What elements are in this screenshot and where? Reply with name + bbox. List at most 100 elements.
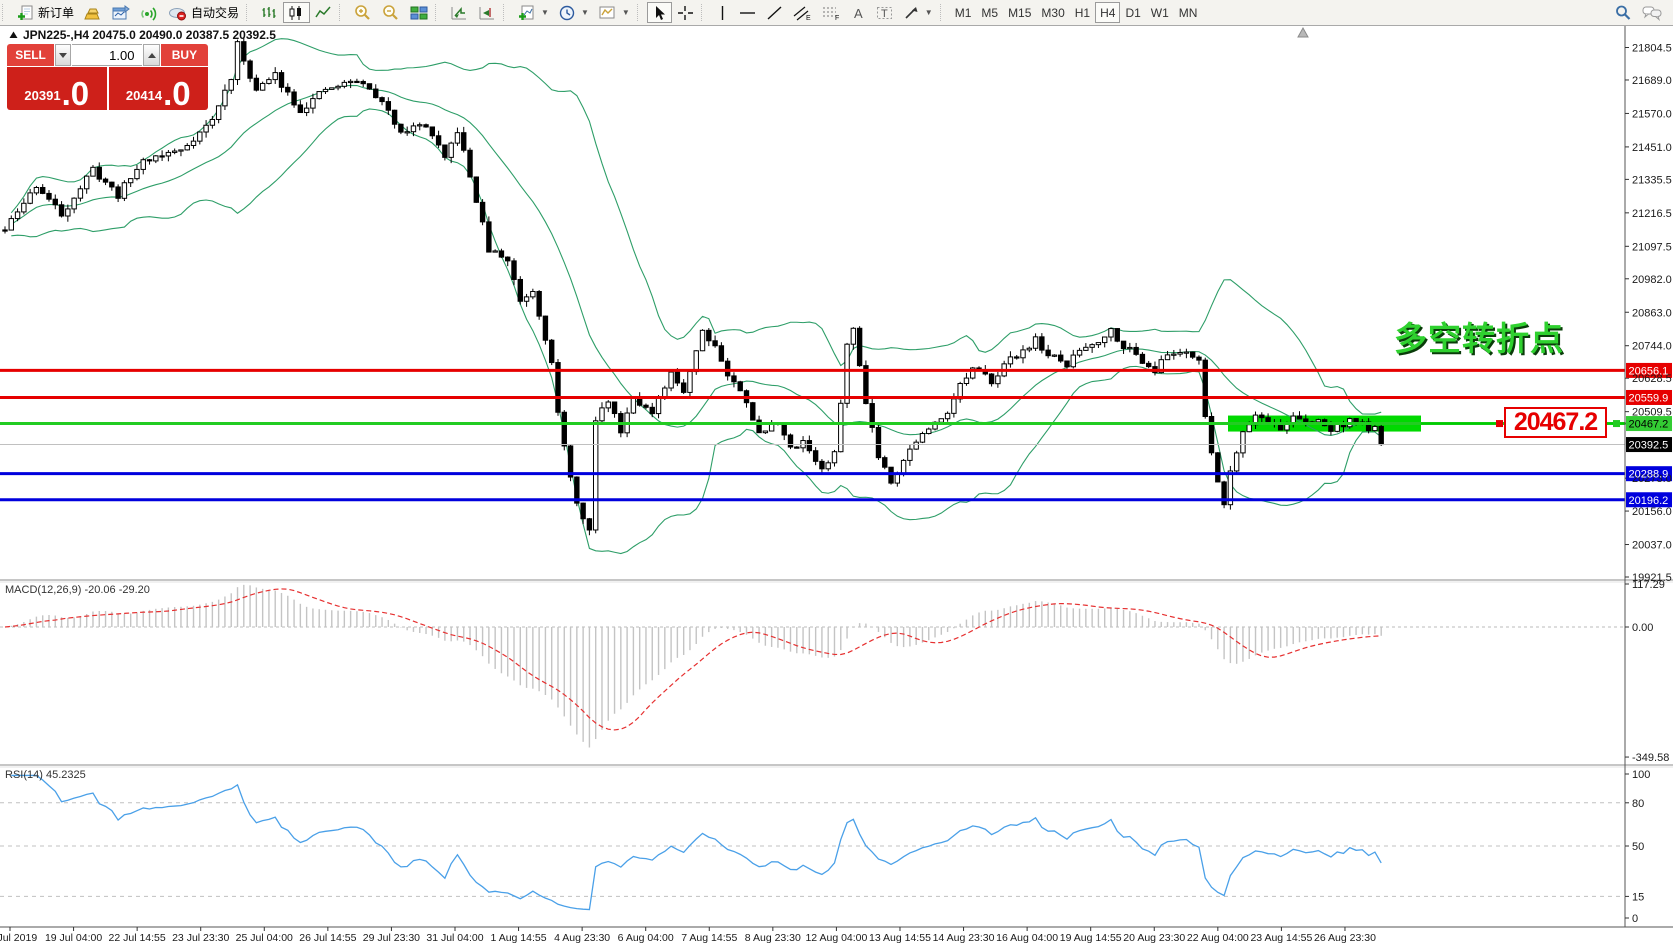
autotrading-icon [168,5,187,21]
svg-text:17 Jul 2019: 17 Jul 2019 [0,932,37,944]
volume-input[interactable] [72,44,142,66]
fibonacci-button[interactable]: F [817,2,846,23]
svg-text:31 Jul 04:00: 31 Jul 04:00 [426,932,483,944]
line-chart-button[interactable] [310,2,337,23]
svg-text:20156.0: 20156.0 [1632,506,1672,518]
buy-price-decimal: .0 [163,78,191,109]
turning-point-annotation[interactable]: 多空转折点 [1394,312,1564,360]
candles [3,37,1384,535]
buy-price-button[interactable]: 20414 .0 [109,67,209,110]
timeframe-h4-button[interactable]: H4 [1095,2,1120,23]
bollinger-middle-band [11,85,1381,435]
triangle-up-icon [148,53,156,58]
chart-shift-marker-icon[interactable] [1298,28,1308,37]
toolbar-grip [503,4,510,21]
svg-text:21570.0: 21570.0 [1632,108,1672,120]
toolbar: 新订单 自动交易 ▼ ▼ ▼ E F [0,0,1673,26]
template-button[interactable]: ▼ [594,2,635,23]
svg-text:23 Aug 14:55: 23 Aug 14:55 [1250,932,1312,944]
svg-text:20509.5: 20509.5 [1632,407,1672,419]
svg-text:80: 80 [1632,798,1644,810]
chart-title-text: JPN225-,H4 20475.0 20490.0 20387.5 20392… [23,28,276,42]
horizontal-line-button[interactable] [734,2,761,23]
chart-shift-button[interactable] [473,2,501,23]
volume-decrease-button[interactable] [55,44,71,66]
channel-e-glyph: E [806,15,811,21]
svg-text:20863.0: 20863.0 [1632,307,1672,319]
toolbar-grip [435,4,442,21]
timeframe-h1-button[interactable]: H1 [1070,2,1095,23]
signals-button[interactable] [135,2,163,23]
tile-windows-button[interactable] [405,2,433,23]
cursor-button[interactable] [647,2,672,23]
trendline-button[interactable] [761,2,788,23]
autoscroll-button[interactable] [445,2,473,23]
macd-signal-line [5,589,1381,730]
arrows-tool-button[interactable]: ▼ [898,2,938,23]
publish-chart-icon [112,5,130,21]
period-clock-button[interactable]: ▼ [554,2,594,23]
svg-text:25 Jul 04:00: 25 Jul 04:00 [236,932,293,944]
chart-canvas[interactable]: 21804.521689.021570.021451.021335.521216… [0,0,1673,947]
autotrading-button[interactable]: 自动交易 [163,2,244,23]
zoom-in-button[interactable] [349,2,377,23]
buy-button[interactable]: BUY [161,44,208,66]
text-a-glyph: A [854,6,863,21]
time-axis: 17 Jul 201919 Jul 04:0022 Jul 14:5523 Ju… [0,927,1376,944]
vertical-line-button[interactable] [711,2,734,23]
svg-text:20744.0: 20744.0 [1632,341,1672,353]
text-label-button[interactable]: T [871,2,898,23]
rsi-indicator-label: RSI(14) 45.2325 [5,769,86,781]
autotrading-label: 自动交易 [191,4,239,21]
signals-icon [140,5,158,21]
gold-deposit-button[interactable] [79,2,107,23]
timeframe-m15-button[interactable]: M15 [1003,2,1036,23]
sell-button[interactable]: SELL [7,44,54,66]
svg-text:117.29: 117.29 [1632,579,1665,591]
svg-text:26 Aug 23:30: 26 Aug 23:30 [1314,932,1376,944]
toolbar-grip [701,4,708,21]
new-order-label: 新订单 [38,4,74,21]
svg-text:19 Jul 04:00: 19 Jul 04:00 [45,932,102,944]
svg-text:22 Jul 14:55: 22 Jul 14:55 [109,932,166,944]
dropdown-arrow-icon: ▼ [925,8,933,17]
timeframe-w1-button[interactable]: W1 [1146,2,1174,23]
chat-button[interactable] [1637,2,1667,23]
toolbar-grip [2,4,9,21]
gold-bars-icon [84,5,102,21]
bar-chart-button[interactable] [256,2,283,23]
timeframe-mn-button[interactable]: MN [1174,2,1203,23]
svg-text:8 Aug 23:30: 8 Aug 23:30 [745,932,801,944]
timeframe-m30-button[interactable]: M30 [1036,2,1069,23]
crosshair-button[interactable] [672,2,699,23]
indicators-button[interactable]: ▼ [513,2,554,23]
svg-text:26 Jul 14:55: 26 Jul 14:55 [299,932,356,944]
timeframe-d1-button[interactable]: D1 [1120,2,1145,23]
candlestick-button[interactable] [283,2,310,23]
buy-price-main: 20414 [126,88,162,103]
dropdown-arrow-icon: ▼ [541,8,549,17]
svg-text:21451.0: 21451.0 [1632,142,1672,154]
svg-text:20982.0: 20982.0 [1632,274,1672,286]
zoom-out-button[interactable] [377,2,405,23]
svg-text:-349.58: -349.58 [1632,752,1669,764]
callout-anchor-square [1496,420,1503,427]
toolbar-grip [940,4,947,21]
publish-chart-button[interactable] [107,2,135,23]
collapse-trade-panel-icon[interactable] [9,28,18,42]
svg-text:21804.5: 21804.5 [1632,43,1672,55]
svg-text:21335.5: 21335.5 [1632,174,1672,186]
equidistant-channel-button[interactable]: E [788,2,817,23]
svg-text:29 Jul 23:30: 29 Jul 23:30 [363,932,420,944]
timeframe-m5-button[interactable]: M5 [976,2,1003,23]
search-button[interactable] [1609,2,1637,23]
volume-increase-button[interactable] [143,44,159,66]
timeframe-m1-button[interactable]: M1 [950,2,977,23]
text-tool-button[interactable]: A [846,2,871,23]
price-callout-label[interactable]: 20467.2 [1504,407,1607,438]
svg-text:20467.2: 20467.2 [1629,419,1669,431]
new-order-button[interactable]: 新订单 [12,2,79,23]
svg-text:0.00: 0.00 [1632,622,1653,634]
sell-price-button[interactable]: 20391 .0 [7,67,107,110]
new-order-icon [17,5,34,21]
